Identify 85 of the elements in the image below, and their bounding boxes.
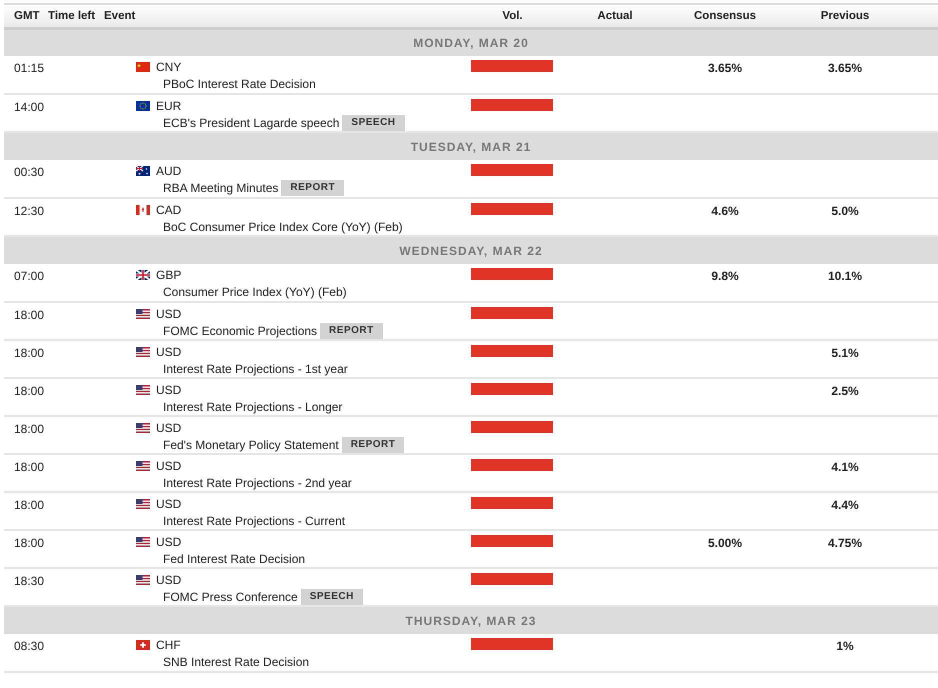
flag-icon — [136, 62, 150, 72]
event-name: PBoC Interest Rate Decision — [163, 76, 316, 92]
flag-icon — [136, 575, 150, 585]
previous-value: 5.1% — [831, 346, 859, 360]
currency-code: USD — [156, 458, 182, 474]
event-time: 18:00 — [14, 346, 44, 360]
event-time: 18:00 — [14, 536, 44, 550]
event-tag: SPEECH — [342, 115, 405, 131]
flag-icon — [136, 423, 150, 433]
column-header: Consensus — [694, 10, 756, 22]
consensus-value: 9.8% — [711, 269, 739, 283]
flag-icon — [136, 205, 150, 215]
flag-icon — [136, 640, 150, 650]
event-time: 18:00 — [14, 460, 44, 474]
currency-code: CAD — [156, 202, 182, 218]
event-name: Fed's Monetary Policy Statement — [163, 437, 339, 453]
flag-icon — [136, 385, 150, 395]
currency-code: AUD — [156, 163, 182, 179]
day-header: TUESDAY, MAR 21 — [410, 140, 532, 154]
column-header: Event — [104, 10, 136, 22]
previous-value: 3.65% — [828, 61, 862, 75]
event-name: Interest Rate Projections - Current — [163, 513, 346, 529]
event-tag: SPEECH — [300, 589, 363, 605]
currency-code: CNY — [156, 59, 182, 75]
event-name: Interest Rate Projections - Longer — [163, 399, 342, 415]
currency-code: USD — [156, 420, 182, 436]
event-name: Consumer Price Index (YoY) (Feb) — [163, 284, 347, 300]
consensus-value: 3.65% — [708, 61, 742, 75]
event-time: 18:00 — [14, 422, 44, 436]
event-time: 01:15 — [14, 61, 44, 75]
previous-value: 4.4% — [831, 498, 859, 512]
flag-icon — [136, 309, 150, 319]
event-name: ECB's President Lagarde speech — [163, 115, 340, 131]
currency-code: CHF — [156, 637, 181, 653]
currency-code: USD — [156, 382, 182, 398]
previous-value: 2.5% — [831, 384, 859, 398]
event-name: FOMC Economic Projections — [163, 323, 318, 339]
flag-icon — [136, 347, 150, 357]
event-name: Interest Rate Projections - 2nd year — [163, 475, 352, 491]
event-tag: REPORT — [281, 180, 344, 196]
column-header: Time left — [48, 10, 96, 22]
event-time: 18:00 — [14, 498, 44, 512]
column-header: Previous — [820, 10, 870, 22]
column-header: GMT — [14, 10, 40, 22]
consensus-value: 4.6% — [711, 204, 739, 218]
day-header: THURSDAY, MAR 23 — [406, 614, 536, 628]
column-header: Vol. — [502, 10, 523, 22]
event-name: FOMC Press Conference — [163, 589, 298, 605]
event-time: 12:30 — [14, 204, 44, 218]
previous-value: 4.1% — [831, 460, 859, 474]
day-header: MONDAY, MAR 20 — [413, 36, 529, 50]
event-tag: REPORT — [342, 437, 404, 453]
currency-code: USD — [156, 306, 182, 322]
flag-icon — [136, 270, 150, 280]
event-time: 07:00 — [14, 269, 44, 283]
event-time: 18:30 — [14, 574, 44, 588]
currency-code: USD — [156, 572, 182, 588]
event-time: 14:00 — [14, 100, 44, 114]
previous-value: 5.0% — [831, 204, 859, 218]
day-header: WEDNESDAY, MAR 22 — [399, 244, 543, 258]
event-name: RBA Meeting Minutes — [163, 180, 278, 196]
event-time: 18:00 — [14, 384, 44, 398]
event-name: Interest Rate Projections - 1st year — [163, 361, 348, 377]
flag-icon — [136, 166, 150, 176]
event-tag: REPORT — [320, 323, 383, 339]
event-name: Fed Interest Rate Decision — [163, 551, 306, 567]
event-time: 08:30 — [14, 639, 44, 653]
currency-code: USD — [156, 496, 182, 512]
currency-code: USD — [156, 344, 182, 360]
previous-value: 1% — [836, 639, 854, 653]
currency-code: USD — [156, 534, 182, 550]
flag-icon — [136, 499, 150, 509]
event-name: SNB Interest Rate Decision — [163, 654, 310, 670]
event-time: 18:00 — [14, 308, 44, 322]
flag-icon — [136, 461, 150, 471]
event-time: 00:30 — [14, 165, 44, 179]
flag-icon — [136, 537, 150, 547]
column-header: Actual — [597, 10, 633, 22]
currency-code: EUR — [156, 98, 182, 114]
consensus-value: 5.00% — [708, 536, 742, 550]
previous-value: 4.75% — [828, 536, 862, 550]
currency-code: GBP — [156, 267, 182, 283]
previous-value: 10.1% — [828, 269, 862, 283]
flag-icon — [136, 101, 150, 111]
event-name: BoC Consumer Price Index Core (YoY) (Feb) — [163, 219, 403, 235]
